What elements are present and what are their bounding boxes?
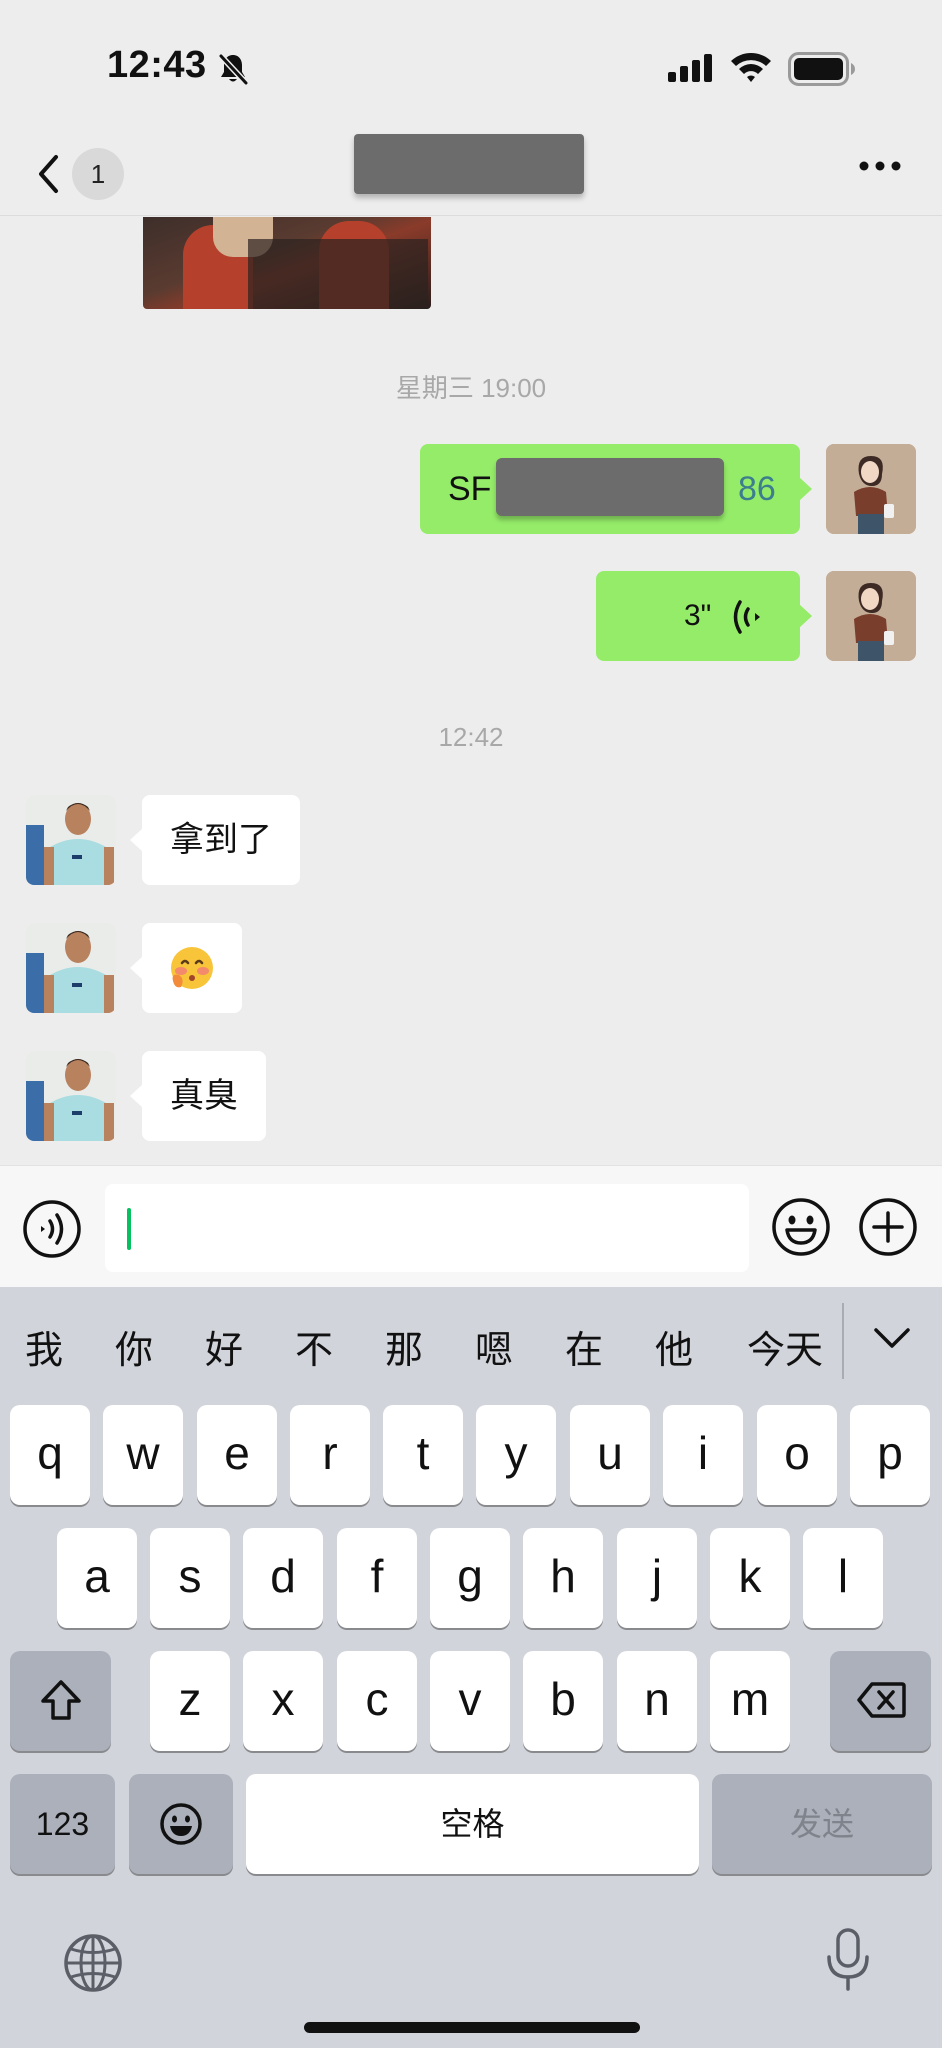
friend-avatar[interactable] — [26, 795, 116, 885]
key-u[interactable]: u — [570, 1405, 650, 1505]
shift-key[interactable] — [10, 1651, 111, 1751]
key-p[interactable]: p — [850, 1405, 930, 1505]
key-o[interactable]: o — [757, 1405, 837, 1505]
key-j[interactable]: j — [617, 1528, 697, 1628]
message-list[interactable]: 星期三 19:00 SF 86 3" 12:42 拿到了 真臭 — [0, 217, 942, 1165]
status-bar: 12:43 — [0, 0, 942, 130]
message-text: 真臭 — [170, 1077, 238, 1115]
message-text: 拿到了 — [170, 821, 272, 859]
received-message-bubble[interactable]: 真臭 — [130, 1051, 266, 1141]
key-t[interactable]: t — [383, 1405, 463, 1505]
more-icon[interactable] — [858, 160, 902, 172]
battery-icon — [788, 52, 855, 86]
emoji-icon[interactable] — [771, 1197, 831, 1257]
key-x[interactable]: x — [243, 1651, 323, 1751]
numbers-key[interactable]: 123 — [10, 1774, 115, 1874]
emoji-icon — [160, 1803, 202, 1845]
home-indicator — [304, 2022, 640, 2033]
microphone-icon[interactable] — [824, 1927, 872, 1993]
timestamp: 星期三 19:00 — [395, 373, 547, 403]
input-bar — [0, 1165, 942, 1287]
candidate-word[interactable]: 我 — [22, 1319, 66, 1374]
sent-voice-bubble[interactable]: 3" — [596, 571, 812, 661]
key-a[interactable]: a — [57, 1528, 137, 1628]
key-q[interactable]: q — [10, 1405, 90, 1505]
plus-icon[interactable] — [858, 1197, 918, 1257]
my-avatar[interactable] — [826, 444, 916, 534]
unread-count-badge: 1 — [72, 148, 124, 200]
image-message[interactable] — [143, 217, 431, 309]
status-time: 12:43 — [107, 44, 207, 86]
chevron-down-icon[interactable] — [872, 1325, 912, 1351]
bell-off-icon — [218, 53, 248, 86]
wifi-icon — [731, 53, 771, 82]
message-text-start: SF — [448, 470, 492, 508]
back-chevron-icon — [39, 155, 58, 193]
keyboard: 我 你 好 不 那 嗯 在 他 今天 q w e r t y u i o p a… — [0, 1287, 942, 2048]
voice-duration: 3" — [684, 599, 712, 632]
friend-avatar[interactable] — [26, 923, 116, 1013]
timestamp: 12:42 — [438, 722, 504, 752]
person-illustration-icon — [826, 444, 916, 534]
key-n[interactable]: n — [617, 1651, 697, 1751]
nav-bar: 1 — [0, 130, 942, 216]
key-g[interactable]: g — [430, 1528, 510, 1628]
candidate-word[interactable]: 不 — [292, 1319, 336, 1374]
candidate-word[interactable]: 嗯 — [472, 1319, 516, 1374]
person-photo-icon — [26, 795, 116, 885]
voice-wave-icon — [733, 600, 760, 634]
friend-avatar[interactable] — [26, 1051, 116, 1141]
key-v[interactable]: v — [430, 1651, 510, 1751]
my-avatar[interactable] — [826, 571, 916, 661]
chat-title-redacted — [354, 134, 584, 194]
back-button[interactable]: 1 — [30, 146, 130, 200]
shift-icon — [40, 1680, 81, 1720]
candidate-divider — [842, 1303, 844, 1379]
delete-key[interactable] — [830, 1651, 931, 1751]
key-m[interactable]: m — [710, 1651, 790, 1751]
key-c[interactable]: c — [337, 1651, 417, 1751]
sent-message-bubble[interactable]: SF 86 — [420, 444, 812, 534]
redacted-text — [496, 458, 724, 516]
send-key[interactable]: 发送 — [712, 1774, 932, 1874]
blushing-face-emoji-icon — [171, 947, 213, 989]
candidate-word[interactable]: 他 — [652, 1319, 696, 1374]
key-d[interactable]: d — [243, 1528, 323, 1628]
message-text-end: 86 — [738, 470, 776, 508]
key-k[interactable]: k — [710, 1528, 790, 1628]
key-w[interactable]: w — [103, 1405, 183, 1505]
key-s[interactable]: s — [150, 1528, 230, 1628]
space-key[interactable]: 空格 — [246, 1774, 699, 1874]
voice-icon[interactable] — [22, 1199, 82, 1259]
candidate-word[interactable]: 在 — [562, 1319, 606, 1374]
key-e[interactable]: e — [197, 1405, 277, 1505]
key-z[interactable]: z — [150, 1651, 230, 1751]
key-y[interactable]: y — [476, 1405, 556, 1505]
candidate-bar: 我 你 好 不 那 嗯 在 他 今天 — [0, 1287, 942, 1399]
key-i[interactable]: i — [663, 1405, 743, 1505]
key-b[interactable]: b — [523, 1651, 603, 1751]
received-message-bubble[interactable]: 拿到了 — [130, 795, 300, 885]
candidate-word[interactable]: 好 — [202, 1319, 246, 1374]
key-l[interactable]: l — [803, 1528, 883, 1628]
person-illustration-icon — [826, 571, 916, 661]
key-h[interactable]: h — [523, 1528, 603, 1628]
message-input[interactable] — [105, 1184, 749, 1272]
person-photo-icon — [26, 923, 116, 1013]
candidate-word[interactable]: 你 — [112, 1319, 156, 1374]
candidate-word[interactable]: 那 — [382, 1319, 426, 1374]
person-photo-icon — [26, 1051, 116, 1141]
key-f[interactable]: f — [337, 1528, 417, 1628]
globe-icon[interactable] — [62, 1932, 124, 1994]
signal-icon — [668, 54, 712, 82]
key-r[interactable]: r — [290, 1405, 370, 1505]
backspace-icon — [856, 1682, 906, 1718]
emoji-key[interactable] — [129, 1774, 233, 1874]
received-emoji-bubble[interactable] — [130, 923, 242, 1013]
text-caret — [127, 1208, 131, 1250]
candidate-word[interactable]: 今天 — [742, 1319, 828, 1374]
